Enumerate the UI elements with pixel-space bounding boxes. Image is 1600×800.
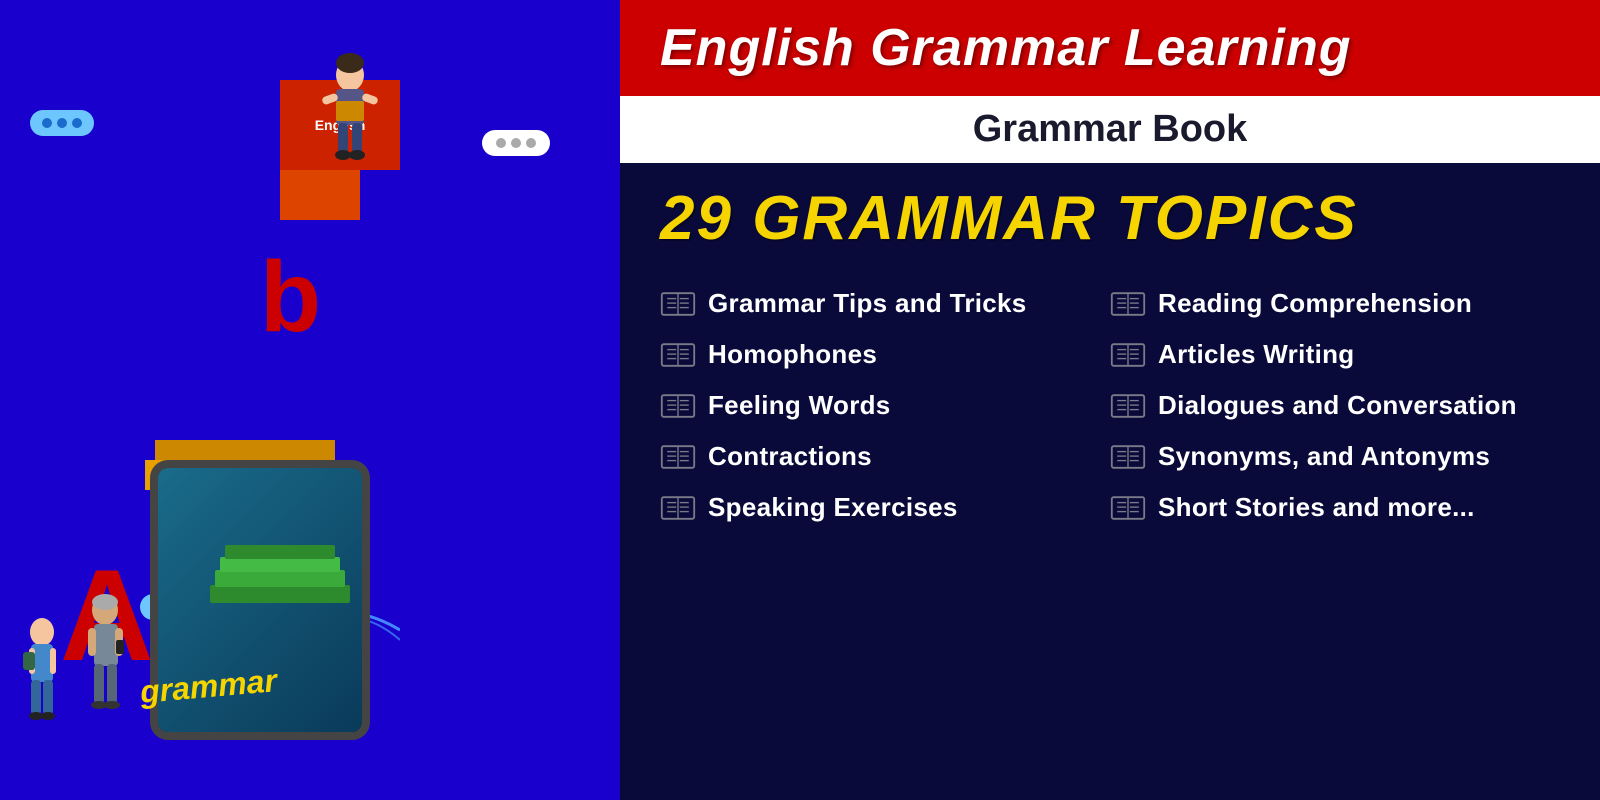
topics-heading: 29 GRAMMAR TOPICS — [660, 183, 1560, 254]
right-panel: English Grammar Learning Grammar Book 29… — [620, 0, 1600, 800]
red-block-small — [280, 170, 360, 220]
topic-item-reading-comprehension[interactable]: Reading Comprehension — [1110, 278, 1560, 329]
topic-item-synonyms-antonyms[interactable]: Synonyms, and Antonyms — [1110, 431, 1560, 482]
chat-bubble-left — [30, 110, 94, 136]
topic-label-dialogues-conversation: Dialogues and Conversation — [1158, 390, 1517, 421]
topic-label-homophones: Homophones — [708, 339, 877, 370]
topic-label-articles-writing: Articles Writing — [1158, 339, 1354, 370]
persons-standing — [15, 590, 133, 740]
book-icon-7 — [1110, 340, 1146, 370]
book-icon-2 — [660, 340, 696, 370]
chat-bubble-right — [482, 130, 550, 156]
box-orange — [155, 440, 335, 460]
topic-item-speaking-exercises[interactable]: Speaking Exercises — [660, 482, 1110, 533]
topic-item-articles-writing[interactable]: Articles Writing — [1110, 329, 1560, 380]
topic-item-short-stories[interactable]: Short Stories and more... — [1110, 482, 1560, 533]
topic-item-dialogues-conversation[interactable]: Dialogues and Conversation — [1110, 380, 1560, 431]
topic-item-feeling-words[interactable]: Feeling Words — [660, 380, 1110, 431]
book-icon-1 — [660, 289, 696, 319]
topic-item-contractions[interactable]: Contractions — [660, 431, 1110, 482]
topic-label-speaking-exercises: Speaking Exercises — [708, 492, 958, 523]
topic-label-reading-comprehension: Reading Comprehension — [1158, 288, 1472, 319]
topic-label-short-stories: Short Stories and more... — [1158, 492, 1475, 523]
title-bar: English Grammar Learning — [620, 0, 1600, 96]
topic-item-homophones[interactable]: Homophones — [660, 329, 1110, 380]
person-sitting — [310, 45, 390, 170]
letter-b: b — [260, 240, 321, 355]
book-icon-6 — [1110, 289, 1146, 319]
book-icon-8 — [1110, 391, 1146, 421]
topics-right-column: Reading Comprehension Articles Writing — [1110, 278, 1560, 780]
subtitle: Grammar Book — [660, 108, 1560, 151]
book-icon-3 — [660, 391, 696, 421]
book-icon-10 — [1110, 493, 1146, 523]
book-icon-4 — [660, 442, 696, 472]
main-content: 29 GRAMMAR TOPICS Grammar Ti — [620, 163, 1600, 800]
main-title: English Grammar Learning — [660, 18, 1560, 78]
topics-left-column: Grammar Tips and Tricks Homophones — [660, 278, 1110, 780]
topics-grid: Grammar Tips and Tricks Homophones — [660, 278, 1560, 780]
topic-label-grammar-tips: Grammar Tips and Tricks — [708, 288, 1027, 319]
topic-item-grammar-tips[interactable]: Grammar Tips and Tricks — [660, 278, 1110, 329]
book-icon-9 — [1110, 442, 1146, 472]
topic-label-feeling-words: Feeling Words — [708, 390, 891, 421]
left-panel: English b — [0, 0, 620, 800]
book-icon-5 — [660, 493, 696, 523]
books-green — [200, 535, 360, 620]
topic-label-contractions: Contractions — [708, 441, 872, 472]
subtitle-bar: Grammar Book — [620, 96, 1600, 163]
topic-label-synonyms-antonyms: Synonyms, and Antonyms — [1158, 441, 1490, 472]
